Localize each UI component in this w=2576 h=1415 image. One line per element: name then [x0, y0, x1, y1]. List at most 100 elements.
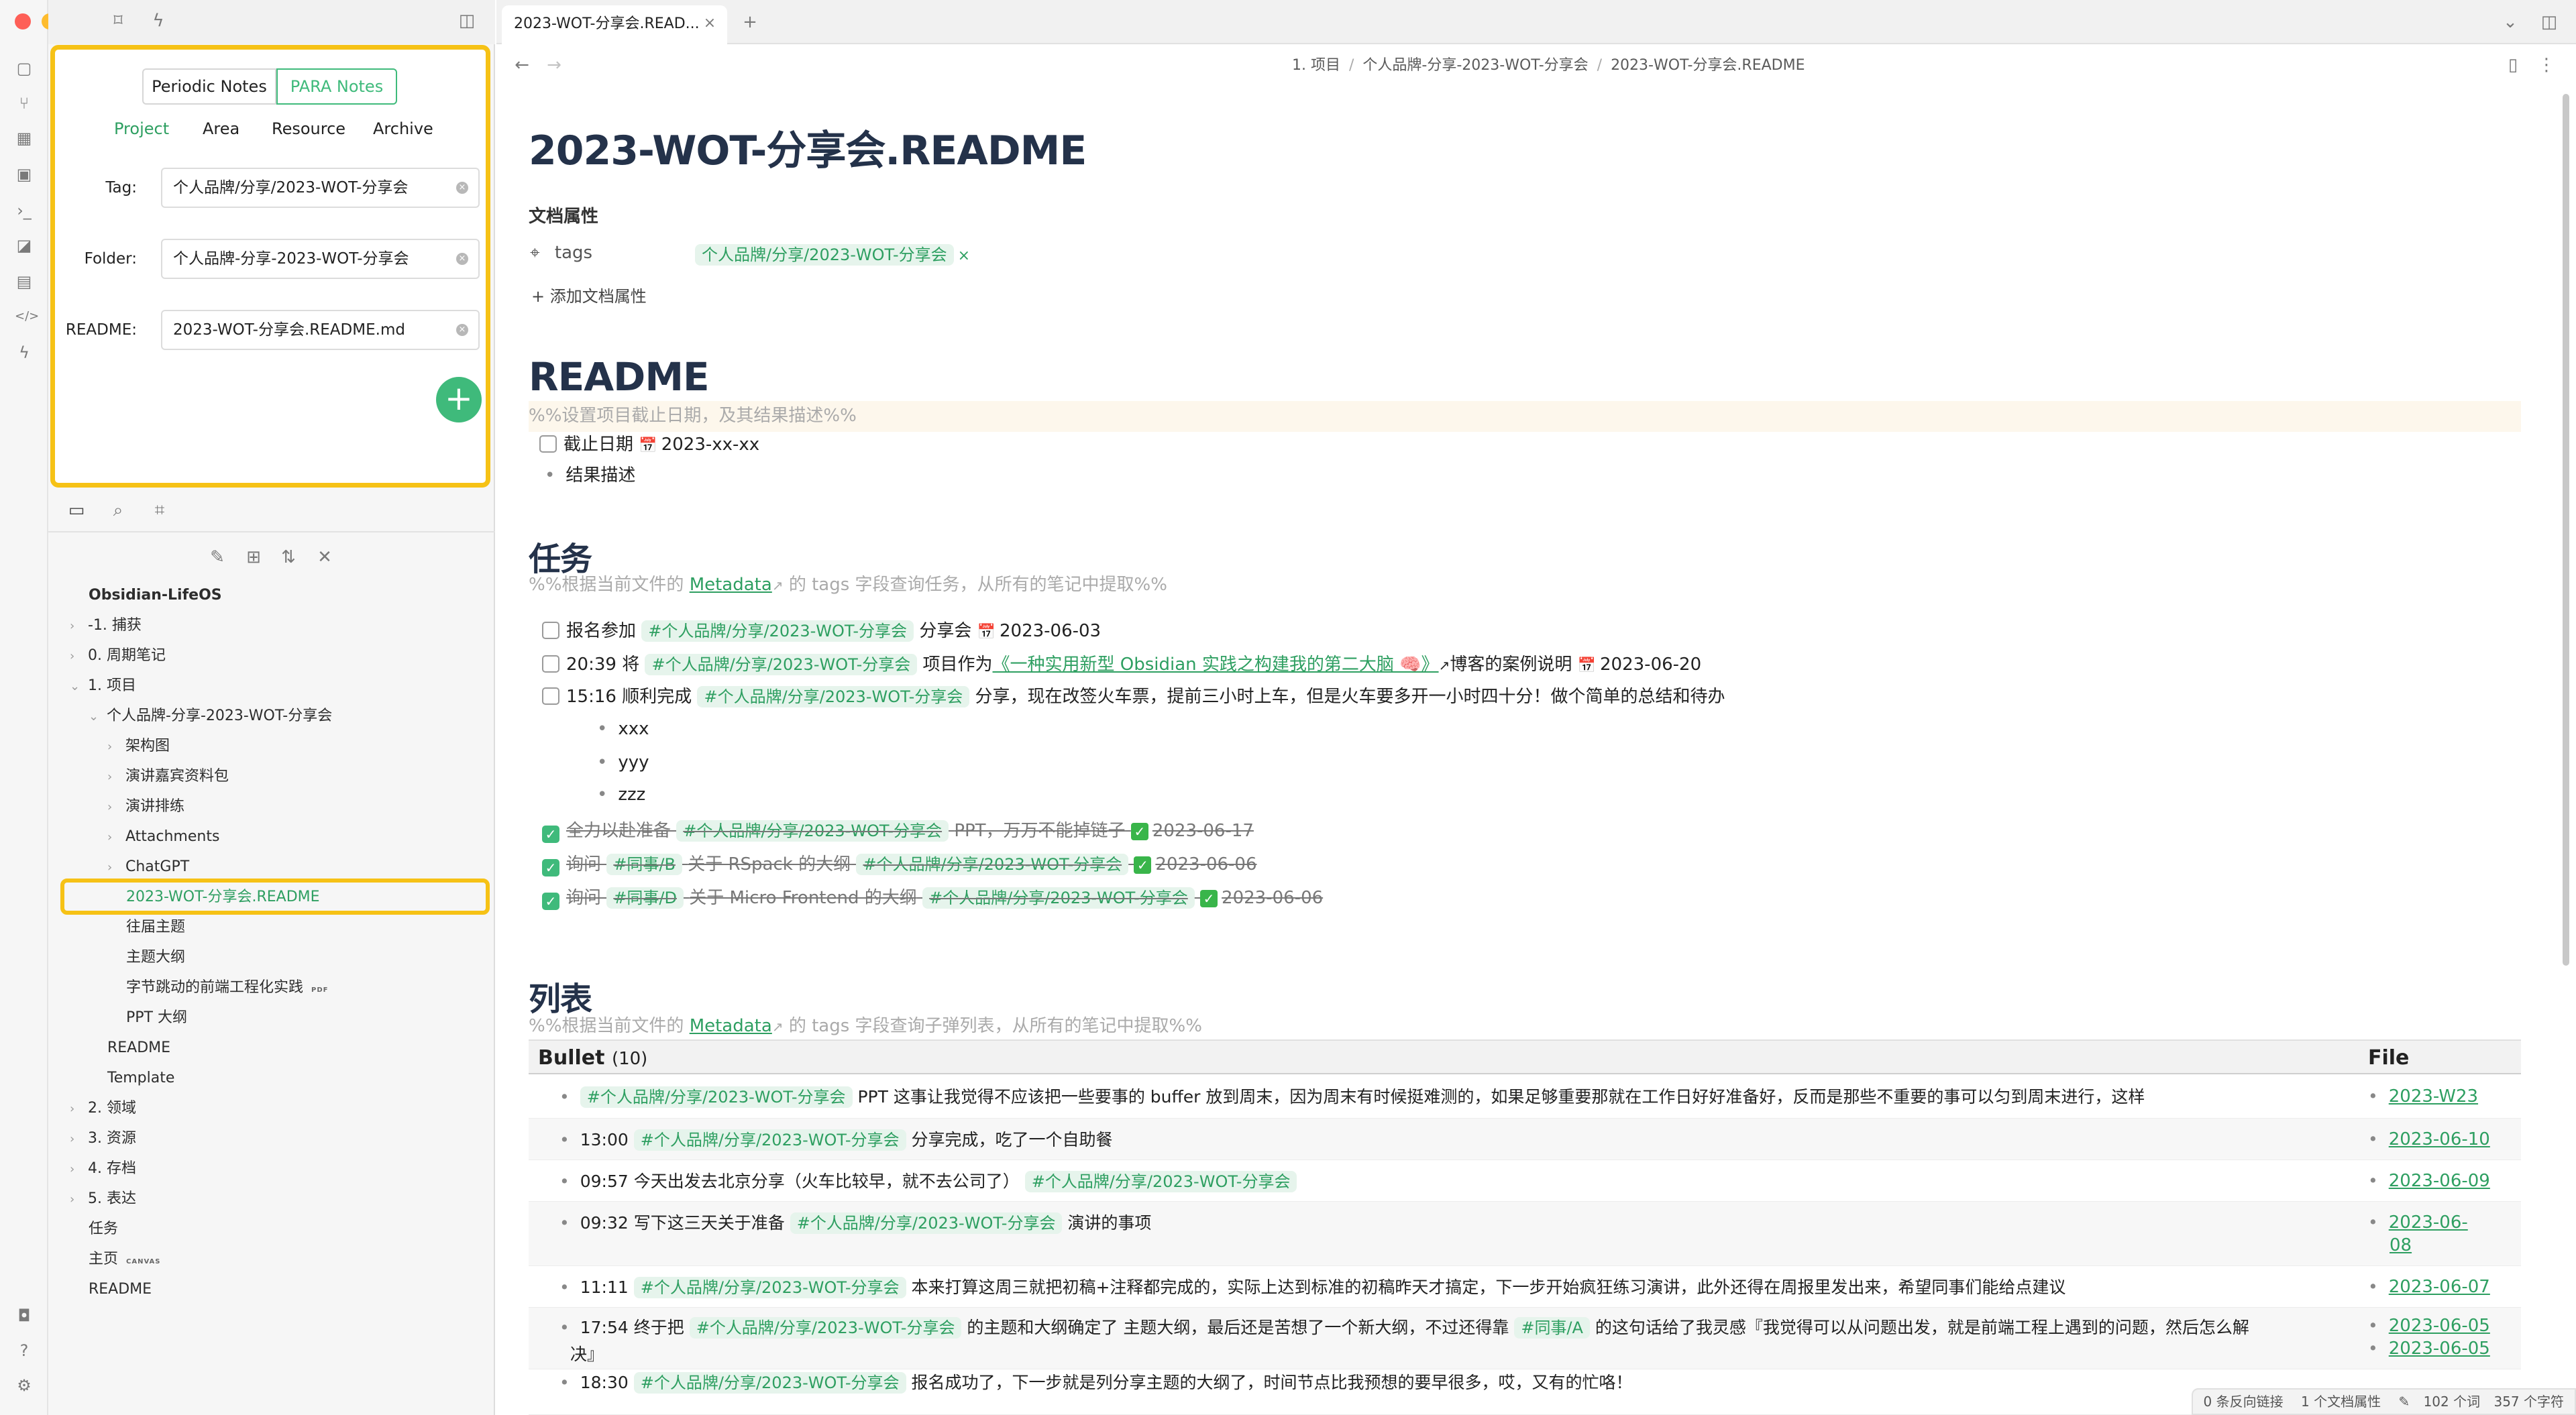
calendar-icon[interactable]: ▣: [15, 165, 34, 184]
tree-folder-projects[interactable]: ⌄ 1. 项目: [70, 675, 136, 697]
property-tag-value[interactable]: 个人品牌/分享/2023-WOT-分享会 ×: [695, 241, 970, 266]
folder-input[interactable]: 个人品牌-分享-2023-WOT-分享会: [161, 239, 480, 279]
vault-icon[interactable]: ◘: [15, 1306, 34, 1325]
col-header-file[interactable]: File: [2368, 1041, 2409, 1076]
resource-tab[interactable]: Resource: [272, 118, 345, 139]
checkbox[interactable]: [542, 655, 559, 673]
file-link[interactable]: 2023-06-05: [2389, 1339, 2490, 1359]
clear-folder-icon[interactable]: ×: [456, 253, 468, 265]
tree-file-readme[interactable]: README: [107, 1037, 170, 1059]
checkbox-checked[interactable]: ✓: [542, 826, 559, 843]
lightning-icon[interactable]: ϟ: [148, 11, 169, 32]
tree-folder-wot[interactable]: ⌄ 个人品牌-分享-2023-WOT-分享会: [89, 705, 332, 728]
checkbox-checked[interactable]: ✓: [542, 859, 559, 876]
tree-folder-areas[interactable]: › 2. 领域: [70, 1098, 136, 1120]
metadata-link[interactable]: Metadata: [690, 1016, 772, 1036]
tree-folder-chatgpt[interactable]: › ChatGPT: [107, 856, 189, 879]
tree-folder-archive[interactable]: › 4. 存档: [70, 1158, 136, 1180]
tree-folder-periodic[interactable]: › 0. 周期笔记: [70, 645, 166, 667]
project-tab[interactable]: Project: [114, 118, 169, 139]
tag-chip[interactable]: #个人品牌/分享/2023-WOT-分享会: [1024, 1171, 1297, 1192]
tag-chip[interactable]: #个人品牌/分享/2023-WOT-分享会: [633, 1372, 906, 1394]
file-icon[interactable]: ▢: [15, 59, 34, 78]
checkbox[interactable]: [539, 435, 557, 453]
file-link[interactable]: 2023-06-07: [2389, 1277, 2490, 1297]
tag-chip[interactable]: #个人品牌/分享/2023-WOT-分享会: [689, 1317, 962, 1339]
file-link[interactable]: 2023-06-10: [2389, 1129, 2490, 1149]
checkbox[interactable]: [542, 622, 559, 639]
breadcrumb-item[interactable]: 1. 项目: [1292, 57, 1340, 74]
file-link[interactable]: 2023-W23: [2389, 1086, 2478, 1107]
tree-folder-resources[interactable]: › 3. 资源: [70, 1128, 136, 1150]
backlinks-count[interactable]: 0 条反向链接: [2204, 1394, 2284, 1410]
bookmark-icon[interactable]: ⌑: [107, 11, 129, 32]
new-tab-icon[interactable]: +: [739, 12, 761, 34]
para-notes-tab[interactable]: PARA Notes: [276, 68, 397, 105]
tab-active[interactable]: 2023-WOT-分享会.READ... ×: [502, 5, 727, 44]
file-link[interactable]: 2023-06-09: [2389, 1171, 2490, 1191]
col-header-bullet[interactable]: Bullet (10): [538, 1041, 647, 1076]
clear-readme-icon[interactable]: ×: [456, 324, 468, 336]
tree-folder-rehearsal[interactable]: › 演讲排练: [107, 796, 184, 818]
property-count[interactable]: 1 个文档属性: [2301, 1394, 2381, 1410]
close-tab-icon[interactable]: ×: [699, 13, 720, 35]
task-3[interactable]: 15:16 顺利完成 #个人品牌/分享/2023-WOT-分享会 分享，现在改签…: [542, 684, 1725, 710]
breadcrumb-item[interactable]: 个人品牌-分享-2023-WOT-分享会: [1362, 57, 1588, 74]
tree-file-template[interactable]: Template: [107, 1068, 174, 1089]
vault-root[interactable]: Obsidian-LifeOS: [89, 585, 222, 606]
tag-chip[interactable]: #个人品牌/分享/2023-WOT-分享会: [633, 1129, 906, 1151]
code-icon[interactable]: </>: [15, 307, 39, 326]
terminal-icon[interactable]: ›_: [15, 201, 34, 220]
right-sidebar-toggle-icon[interactable]: ◫: [2538, 12, 2560, 34]
tag-chip[interactable]: #个人品牌/分享/2023-WOT-分享会: [633, 1277, 906, 1298]
chevron-down-icon[interactable]: ⌄: [2500, 12, 2521, 34]
tag-chip[interactable]: #个人品牌/分享/2023-WOT-分享会: [790, 1212, 1063, 1234]
tag-chip[interactable]: 个人品牌/分享/2023-WOT-分享会: [695, 244, 954, 266]
tag-chip[interactable]: #个人品牌/分享/2023-WOT-分享会: [641, 620, 914, 642]
collapse-all-icon[interactable]: ✕: [314, 547, 335, 569]
periodic-notes-tab[interactable]: Periodic Notes: [142, 68, 276, 105]
tag-chip[interactable]: #个人品牌/分享/2023-WOT-分享会: [580, 1086, 853, 1108]
template-icon[interactable]: ▤: [15, 272, 34, 291]
task-2[interactable]: 20:39 将 #个人品牌/分享/2023-WOT-分享会 项目作为《一种实用新…: [542, 652, 1701, 679]
forward-arrow-icon[interactable]: →: [543, 55, 565, 76]
folder-icon[interactable]: ▭: [66, 500, 87, 522]
tag-chip[interactable]: #同事/B: [606, 854, 682, 875]
tree-file-outline[interactable]: 主题大纲: [126, 947, 185, 968]
edit-icon[interactable]: ✎: [2398, 1394, 2410, 1410]
area-tab[interactable]: Area: [203, 118, 239, 139]
new-folder-icon[interactable]: ⊞: [243, 547, 264, 569]
tree-folder-speaker[interactable]: › 演讲嘉宾资料包: [107, 766, 229, 788]
help-icon[interactable]: ?: [15, 1341, 34, 1360]
tree-file-ppt[interactable]: PPT 大纲: [126, 1007, 187, 1029]
tag-chip[interactable]: #个人品牌/分享/2023-WOT-分享会: [922, 887, 1195, 909]
tree-folder-capture[interactable]: › -1. 捕获: [70, 615, 142, 637]
remove-tag-icon[interactable]: ×: [958, 247, 970, 264]
file-link[interactable]: 08: [2390, 1235, 2412, 1255]
sidebar-toggle-icon[interactable]: ◫: [456, 11, 478, 32]
more-options-icon[interactable]: ⋮: [2536, 55, 2557, 76]
tree-file-root-readme[interactable]: README: [89, 1279, 152, 1300]
tag-chip[interactable]: #同事/A: [1514, 1317, 1590, 1339]
done-task-1[interactable]: ✓ 全力以赴准备 #个人品牌/分享/2023-WOT-分享会 PPT，万万不能掉链…: [542, 818, 1254, 844]
blocks-icon[interactable]: ▦: [15, 129, 34, 148]
tree-folder-express[interactable]: › 5. 表达: [70, 1188, 136, 1210]
add-button[interactable]: +: [436, 377, 482, 422]
clear-tag-icon[interactable]: ×: [456, 182, 468, 194]
deadline-task[interactable]: 截止日期 📅 2023-xx-xx: [539, 432, 759, 459]
checkbox-checked[interactable]: ✓: [542, 893, 559, 910]
breadcrumb-item[interactable]: 2023-WOT-分享会.README: [1611, 57, 1805, 74]
metadata-link[interactable]: Metadata: [690, 575, 772, 595]
graph-icon[interactable]: ⑂: [15, 94, 34, 113]
tree-file-pdf[interactable]: 字节跳动的前端工程化实践 PDF: [126, 977, 328, 1001]
task-1[interactable]: 报名参加 #个人品牌/分享/2023-WOT-分享会 分享会 📅 2023-06-…: [542, 618, 1101, 645]
tree-file-tasks[interactable]: 任务: [89, 1219, 118, 1240]
readme-input[interactable]: 2023-WOT-分享会.README.md: [161, 310, 480, 350]
reading-view-icon[interactable]: ▯: [2502, 55, 2524, 76]
add-property-button[interactable]: + 添加文档属性: [531, 283, 647, 306]
back-arrow-icon[interactable]: ←: [511, 55, 533, 76]
tag-chip[interactable]: #个人品牌/分享/2023-WOT-分享会: [645, 654, 918, 675]
file-link[interactable]: 2023-06-: [2389, 1212, 2468, 1233]
article-link[interactable]: 《一种实用新型 Obsidian 实践之构建我的第二大脑 🧠》: [993, 655, 1439, 675]
canvas-icon[interactable]: ◪: [15, 236, 34, 255]
